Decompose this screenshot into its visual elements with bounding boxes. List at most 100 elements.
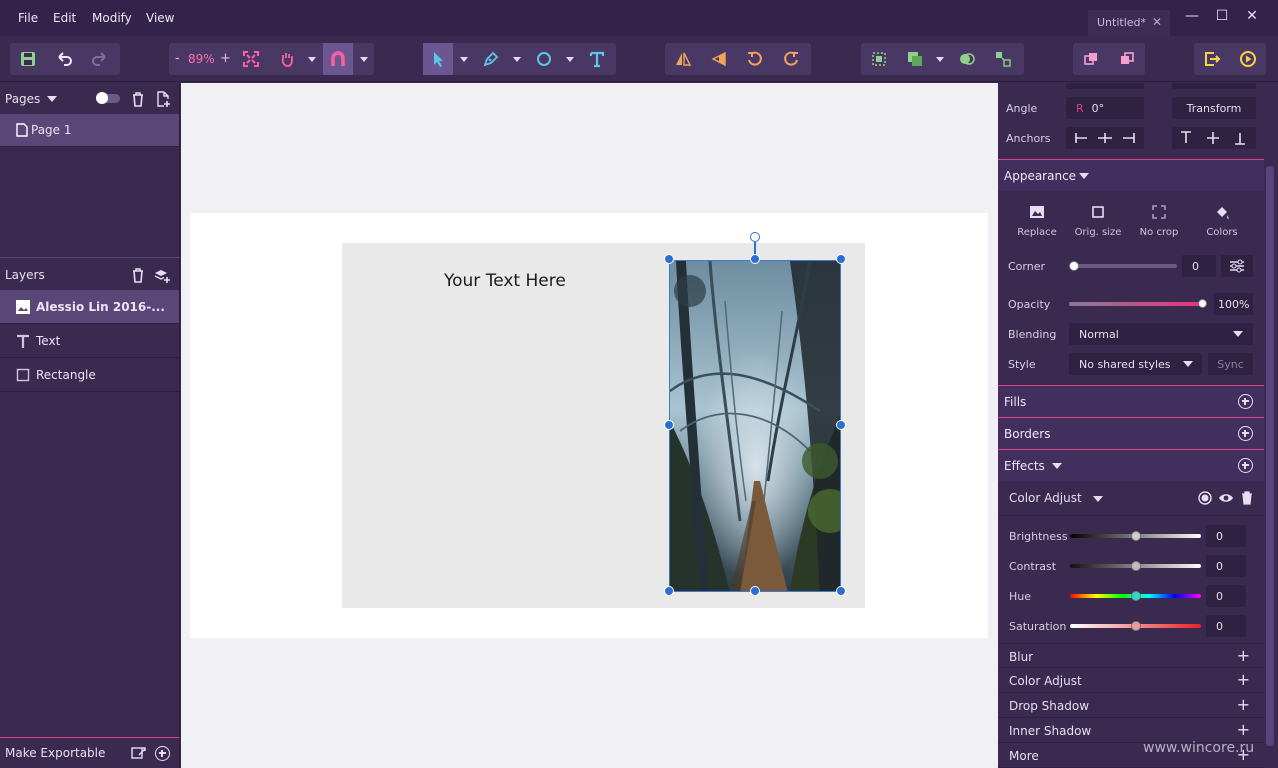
redo-button[interactable] (85, 43, 115, 75)
add-effect-icon[interactable] (1238, 458, 1253, 473)
fills-header[interactable]: Fills (998, 385, 1264, 417)
menu-edit[interactable]: Edit (53, 11, 76, 25)
opacity-slider-knob[interactable] (1198, 299, 1207, 308)
layer-item-image[interactable]: Alessio Lin 2016-... (0, 290, 179, 324)
rotate-left-button[interactable] (740, 43, 770, 75)
send-backward-button[interactable] (1112, 43, 1142, 75)
pages-dropdown-icon[interactable] (47, 96, 57, 102)
add-border-icon[interactable] (1238, 426, 1253, 441)
canvas[interactable]: Your Text Here (181, 83, 998, 768)
select-tool-button[interactable] (423, 43, 453, 75)
forest-image[interactable] (669, 260, 841, 592)
rotate-handle[interactable] (750, 232, 760, 242)
brightness-slider-knob[interactable] (1131, 531, 1141, 541)
add-drop-shadow-icon[interactable]: + (1237, 695, 1250, 714)
pages-toggle[interactable] (96, 92, 120, 104)
layer-item-rectangle[interactable]: Rectangle (0, 358, 179, 392)
resize-handle-bottom-right[interactable] (836, 586, 846, 596)
angle-field[interactable]: R 0° (1066, 97, 1144, 119)
minimize-icon[interactable]: — (1182, 8, 1202, 24)
resize-handle-right[interactable] (836, 420, 846, 430)
menu-file[interactable]: File (18, 11, 38, 25)
maximize-icon[interactable]: ☐ (1212, 8, 1232, 24)
fit-screen-button[interactable] (236, 43, 266, 75)
resize-handle-top-left[interactable] (664, 254, 674, 264)
undo-button[interactable] (49, 43, 79, 75)
corner-slider-knob[interactable] (1069, 261, 1079, 271)
corner-field[interactable]: 0 (1182, 255, 1216, 277)
delete-effect-icon[interactable] (1240, 490, 1254, 505)
appearance-dropdown-icon[interactable] (1079, 173, 1089, 179)
brightness-field[interactable]: 0 (1206, 525, 1246, 547)
window-close-icon[interactable]: ✕ (1242, 8, 1262, 24)
vertical-anchor-icons[interactable] (1180, 131, 1248, 145)
add-color-adjust-row[interactable]: Color Adjust + (998, 668, 1264, 693)
flip-vertical-button[interactable] (704, 43, 734, 75)
resize-handle-bottom[interactable] (750, 586, 760, 596)
transform-button[interactable]: Transform (1172, 97, 1256, 119)
add-fill-icon[interactable] (1238, 394, 1253, 409)
color-adjust-header[interactable]: Color Adjust (998, 482, 1264, 516)
hue-slider-knob[interactable] (1131, 591, 1141, 601)
text-tool-button[interactable] (582, 43, 612, 75)
add-color-adjust-icon[interactable]: + (1237, 670, 1250, 689)
delete-page-icon[interactable] (130, 91, 146, 107)
inspector-scrollbar[interactable] (1266, 166, 1274, 746)
zoom-out-button[interactable]: - (175, 51, 180, 66)
hand-tool-dropdown[interactable] (305, 43, 319, 75)
group-button[interactable] (864, 43, 894, 75)
union-button[interactable] (900, 43, 930, 75)
hand-tool-button[interactable] (272, 43, 302, 75)
add-blur-icon[interactable]: + (1237, 646, 1250, 665)
pen-tool-dropdown[interactable] (510, 43, 524, 75)
blending-select[interactable]: Normal (1069, 323, 1253, 345)
hue-field[interactable]: 0 (1206, 585, 1246, 607)
opacity-slider[interactable] (1069, 302, 1207, 306)
snap-dropdown[interactable] (357, 43, 371, 75)
effects-header[interactable]: Effects (998, 449, 1264, 481)
color-adjust-dropdown-icon[interactable] (1093, 496, 1103, 502)
close-tab-icon[interactable]: ✕ (1152, 15, 1162, 29)
pen-tool-button[interactable] (476, 43, 506, 75)
select-tool-dropdown[interactable] (457, 43, 471, 75)
effects-dropdown-icon[interactable] (1052, 463, 1062, 469)
document-tab[interactable]: Untitled* ✕ (1088, 10, 1170, 36)
ellipse-tool-button[interactable] (529, 43, 559, 75)
shared-style-select[interactable]: No shared styles (1069, 353, 1202, 375)
menu-view[interactable]: View (146, 11, 174, 25)
borders-header[interactable]: Borders (998, 417, 1264, 449)
preview-button[interactable] (1233, 43, 1263, 75)
add-export-icon[interactable] (155, 746, 170, 761)
rotate-right-button[interactable] (776, 43, 806, 75)
canvas-text[interactable]: Your Text Here (444, 271, 566, 291)
slice-icon[interactable] (130, 745, 146, 761)
replace-button[interactable]: Replace (1008, 204, 1066, 238)
delete-layer-icon[interactable] (130, 267, 146, 283)
add-layer-icon[interactable] (154, 267, 170, 283)
saturation-field[interactable]: 0 (1206, 615, 1246, 637)
resize-handle-left[interactable] (664, 420, 674, 430)
align-button[interactable] (988, 43, 1018, 75)
bring-forward-button[interactable] (1076, 43, 1106, 75)
saturation-slider-knob[interactable] (1131, 621, 1141, 631)
artboard[interactable]: Your Text Here (190, 213, 988, 638)
sync-button[interactable]: Sync (1208, 353, 1253, 375)
colors-button[interactable]: Colors (1193, 204, 1251, 238)
snap-button[interactable] (323, 43, 353, 75)
add-blur-row[interactable]: Blur + (998, 643, 1264, 668)
layer-item-text[interactable]: Text (0, 324, 179, 358)
contrast-field[interactable]: 0 (1206, 555, 1246, 577)
record-icon[interactable] (1198, 491, 1212, 505)
page-item[interactable]: Page 1 (0, 114, 179, 147)
no-crop-button[interactable]: No crop (1130, 204, 1188, 238)
add-drop-shadow-row[interactable]: Drop Shadow + (998, 693, 1264, 718)
contrast-slider-knob[interactable] (1131, 561, 1141, 571)
eye-icon[interactable] (1218, 491, 1234, 505)
original-size-button[interactable]: Orig. size (1069, 204, 1127, 238)
opacity-field[interactable]: 100% (1214, 293, 1253, 315)
export-button[interactable] (1197, 43, 1227, 75)
add-page-icon[interactable] (155, 91, 171, 107)
horizontal-anchor-icons[interactable] (1074, 131, 1136, 145)
flip-horizontal-button[interactable] (668, 43, 698, 75)
add-inner-shadow-icon[interactable]: + (1237, 720, 1250, 739)
